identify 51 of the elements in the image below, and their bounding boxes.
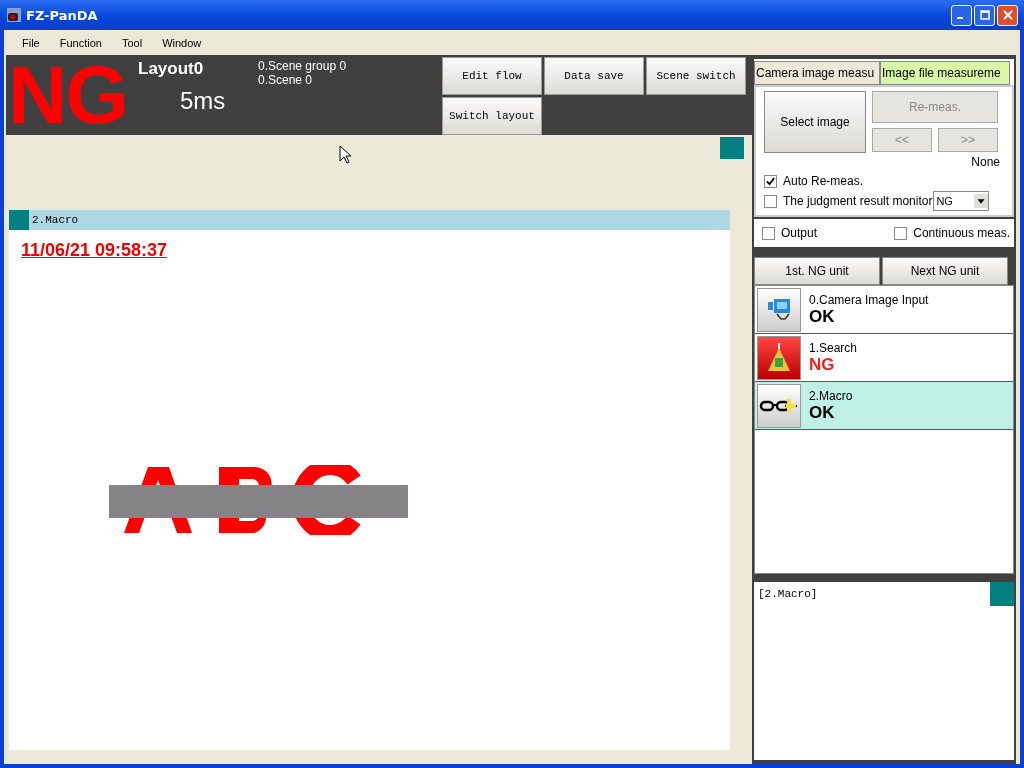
maximize-button[interactable] xyxy=(974,4,995,26)
checkbox-label: Output xyxy=(781,226,818,240)
indicator-square xyxy=(720,137,744,159)
unit-name: 0.Camera Image Input xyxy=(809,292,929,307)
processing-time: 5ms xyxy=(180,87,227,115)
ng-unit-button[interactable]: 1st. NG unit xyxy=(754,257,880,285)
checkbox-label: The judgment result monitor xyxy=(783,194,933,208)
tab[interactable]: Camera image measu xyxy=(754,61,880,85)
file-name: None xyxy=(971,155,1000,169)
ng-unit-button[interactable]: Next NG unit xyxy=(882,257,1008,285)
tab[interactable]: Image file measureme xyxy=(880,61,1010,85)
camera-icon xyxy=(6,7,22,23)
scene-label: 0.Scene 0 xyxy=(258,73,314,87)
judgement-label: NG xyxy=(7,55,128,135)
menu-item[interactable]: Tool xyxy=(111,36,153,49)
checkbox[interactable] xyxy=(764,194,777,208)
unit-result: OK xyxy=(809,402,836,423)
unit-result: NG xyxy=(809,354,836,375)
layout-label: Layout0 xyxy=(138,59,205,79)
flow-item[interactable]: 2.Macro OK xyxy=(755,382,1013,430)
checkbox[interactable] xyxy=(894,226,908,240)
unit-name: 2.Macro xyxy=(809,388,853,403)
scene-group-label: 0.Scene group 0 xyxy=(258,59,348,73)
toolbar-button[interactable]: Scene switch xyxy=(646,57,746,95)
window-title: FZ-PanDA xyxy=(26,7,98,23)
checkbox-label: Auto Re-meas. xyxy=(783,174,864,188)
maximize-icon xyxy=(979,10,990,20)
detail-title: [2.Macro] xyxy=(758,588,818,600)
unit-name: 1.Search xyxy=(809,340,858,355)
mouse-pointer-icon xyxy=(339,145,351,164)
flow-item[interactable]: 0.Camera Image Input OK xyxy=(755,286,1013,334)
checkbox-label: Continuous meas. xyxy=(913,226,1010,240)
indicator-square xyxy=(9,210,29,230)
menu-item[interactable]: Window xyxy=(152,36,212,49)
checkbox[interactable] xyxy=(764,174,777,188)
toolbar-button[interactable]: Edit flow xyxy=(442,57,542,95)
unit-result: OK xyxy=(809,306,836,327)
toolbar-button[interactable]: Switch layout xyxy=(442,97,542,135)
indicator-square xyxy=(990,582,1014,606)
minimize-icon xyxy=(957,17,963,19)
menu-item[interactable]: File xyxy=(12,36,50,49)
close-button[interactable] xyxy=(997,4,1018,26)
monitor-dropdown[interactable]: NG xyxy=(933,191,990,211)
close-icon xyxy=(1002,10,1013,20)
minimize-button[interactable] xyxy=(951,4,972,26)
menu-item[interactable]: Function xyxy=(49,36,112,49)
select-image-button[interactable]: Select image xyxy=(764,91,866,153)
timestamp: 11/06/21 09:58:37 xyxy=(21,240,168,261)
pane-title: 2.Macro xyxy=(32,214,79,226)
checkbox[interactable] xyxy=(762,226,775,240)
toolbar-button[interactable]: Data save xyxy=(544,57,644,95)
